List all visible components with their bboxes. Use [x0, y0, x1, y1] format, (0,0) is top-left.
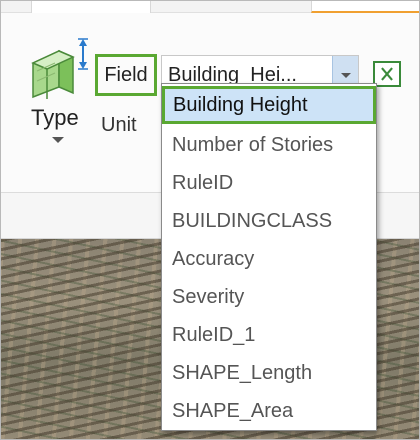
type-button[interactable]: Type	[23, 33, 93, 153]
excel-cell-icon[interactable]	[373, 61, 401, 87]
dropdown-item-accuracy[interactable]: Accuracy	[162, 240, 376, 278]
dropdown-item-buildingclass[interactable]: BUILDINGCLASS	[162, 202, 376, 240]
chevron-down-icon	[52, 137, 64, 143]
ribbon-tab[interactable]	[31, 1, 151, 13]
dropdown-item-building-height[interactable]: Building Height	[162, 86, 376, 124]
dropdown-item-ruleid[interactable]: RuleID	[162, 164, 376, 202]
field-label: Field	[95, 54, 157, 96]
window-frame: Type Field Unit Building Hei... Building…	[0, 0, 420, 440]
field-dropdown-list[interactable]: Building Height Number of Stories RuleID…	[161, 83, 377, 431]
building-height-icon	[31, 38, 88, 99]
dropdown-item-ruleid-1[interactable]: RuleID_1	[162, 316, 376, 354]
chevron-down-icon	[341, 73, 351, 78]
ribbon-tab-strip	[1, 1, 419, 13]
dropdown-item-shape-area[interactable]: SHAPE_Area	[162, 392, 376, 430]
unit-label: Unit	[101, 114, 137, 136]
dropdown-item-number-of-stories[interactable]: Number of Stories	[162, 126, 376, 164]
type-label: Type	[31, 105, 79, 130]
dropdown-item-severity[interactable]: Severity	[162, 278, 376, 316]
dropdown-item-shape-length[interactable]: SHAPE_Length	[162, 354, 376, 392]
ribbon-tab-active[interactable]	[311, 1, 419, 13]
